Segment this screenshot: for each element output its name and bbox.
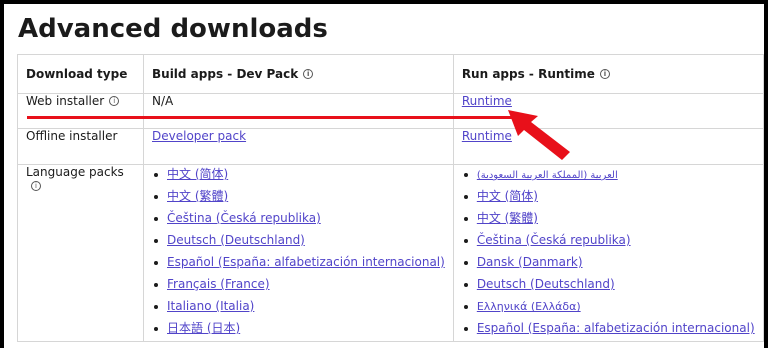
language-link[interactable]: Italiano (Italia) (167, 299, 254, 313)
list-item: Español (España: alfabetización internac… (152, 253, 445, 275)
list-item: Deutsch (Deutschland) (152, 231, 445, 253)
list-item: 中文 (繁體) (462, 209, 755, 231)
list-item: العربية (المملكة العربية السعودية) (462, 165, 755, 187)
language-link[interactable]: 日本語 (日本) (167, 321, 240, 335)
list-item: Deutsch (Deutschland) (462, 275, 755, 297)
info-icon[interactable]: i (599, 68, 610, 79)
language-link[interactable]: العربية (المملكة العربية السعودية) (477, 170, 618, 181)
downloads-table: Download type Build apps - Dev Pack i Run… (17, 54, 764, 342)
page-title: Advanced downloads (18, 14, 328, 44)
table-row-web-installer: Web installer i N/A Runtime (17, 93, 764, 129)
page-frame: Advanced downloads Download type Build a… (4, 4, 764, 348)
annotation-underline (27, 116, 520, 119)
annotation-arrow-icon (508, 110, 570, 160)
dev-pack-language-list: 中文 (简体) 中文 (繁體) Čeština (Česká republika… (152, 165, 445, 341)
language-link[interactable]: Dansk (Danmark) (477, 255, 583, 269)
list-item: Español (España: alfabetización internac… (462, 319, 755, 341)
table-row-language-packs: Language packsi 中文 (简体) 中文 (繁體) Čeština … (17, 164, 764, 342)
language-link[interactable]: 中文 (繁體) (477, 211, 538, 225)
info-icon[interactable]: i (109, 95, 120, 106)
language-link[interactable]: 中文 (简体) (167, 167, 228, 181)
language-link[interactable]: 中文 (简体) (477, 189, 538, 203)
header-dev-pack: Build apps - Dev Pack i (143, 54, 454, 94)
language-link[interactable]: Ελληνικά (Ελλάδα) (477, 300, 581, 313)
list-item: 中文 (简体) (152, 165, 445, 187)
language-link[interactable]: Čeština (Česká republika) (167, 211, 321, 225)
offline-installer-label: Offline installer (17, 128, 144, 165)
language-packs-label: Language packs (26, 165, 124, 179)
header-runtime: Run apps - Runtime i (452, 54, 764, 94)
list-item: Italiano (Italia) (152, 297, 445, 319)
list-item: 中文 (繁體) (152, 187, 445, 209)
list-item: Čeština (Česká republika) (462, 231, 755, 253)
web-installer-label: Web installer (26, 94, 105, 108)
language-link[interactable]: Español (España: alfabetización internac… (477, 321, 755, 335)
header-download-type: Download type (17, 54, 144, 94)
list-item: Ελληνικά (Ελλάδα) (462, 297, 755, 319)
info-icon[interactable]: i (303, 68, 314, 79)
language-link[interactable]: Deutsch (Deutschland) (167, 233, 305, 247)
language-link[interactable]: Français (France) (167, 277, 270, 291)
list-item: Dansk (Danmark) (462, 253, 755, 275)
language-link[interactable]: 中文 (繁體) (167, 189, 228, 203)
list-item: 日本語 (日本) (152, 319, 445, 341)
list-item: Čeština (Česká republika) (152, 209, 445, 231)
table-header-row: Download type Build apps - Dev Pack i Run… (17, 54, 764, 94)
table-row-offline-installer: Offline installer Developer pack Runtime (17, 128, 764, 165)
runtime-language-list: العربية (المملكة العربية السعودية) 中文 (简… (462, 165, 755, 341)
info-icon[interactable]: i (31, 180, 41, 191)
language-link[interactable]: Čeština (Česká republika) (477, 233, 631, 247)
offline-developer-pack-link[interactable]: Developer pack (152, 129, 246, 143)
list-item: Français (France) (152, 275, 445, 297)
list-item: 中文 (简体) (462, 187, 755, 209)
language-link[interactable]: Deutsch (Deutschland) (477, 277, 615, 291)
web-installer-dev-pack: N/A (143, 93, 454, 129)
language-link[interactable]: Español (España: alfabetización internac… (167, 255, 445, 269)
